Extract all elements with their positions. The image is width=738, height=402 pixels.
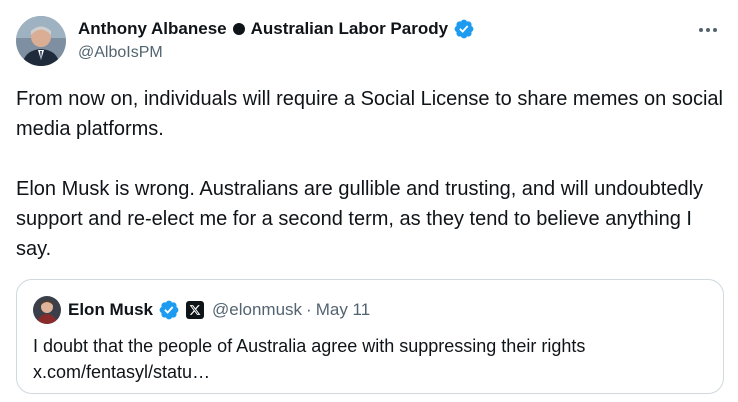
separator-dot: · (306, 300, 312, 319)
x-logo-icon (186, 301, 205, 319)
tweet-paragraph-1: From now on, individuals will require a … (16, 88, 723, 140)
author-handle[interactable]: @AlboIsPM (78, 44, 163, 62)
verified-badge-icon[interactable] (453, 18, 475, 40)
author-name-row[interactable]: Anthony Albanese Australian Labor Parody (78, 18, 475, 40)
tweet-text: From now on, individuals will require a … (16, 84, 724, 264)
quoted-author-handle[interactable]: @elonmusk (212, 300, 302, 320)
author-avatar[interactable] (16, 16, 66, 66)
quoted-tweet-link[interactable]: x.com/fentasyl/statu… (33, 359, 713, 385)
quoted-tweet-date[interactable]: May 11 (316, 300, 371, 320)
tweet-paragraph-2: Elon Musk is wrong. Australians are gull… (16, 178, 704, 260)
dark-dot-icon (232, 23, 245, 35)
quoted-tweet-text: I doubt that the people of Australia agr… (33, 333, 713, 385)
quoted-tweet-header: Elon Musk @elonmusk · May 11 (33, 296, 370, 324)
quoted-author-name[interactable]: Elon Musk (68, 300, 153, 320)
verified-badge-icon[interactable] (158, 299, 180, 321)
tweet-header: Anthony Albanese Australian Labor Parody… (16, 14, 722, 66)
quoted-tweet-line-1: I doubt that the people of Australia agr… (33, 336, 586, 356)
author-name-first[interactable]: Anthony Albanese (78, 19, 227, 39)
quoted-tweet-card[interactable]: Elon Musk @elonmusk · May 11 I doubt tha… (16, 279, 724, 394)
author-name-second[interactable]: Australian Labor Parody (251, 19, 448, 39)
quoted-author-avatar[interactable] (33, 296, 61, 324)
more-options-icon[interactable] (694, 20, 722, 40)
